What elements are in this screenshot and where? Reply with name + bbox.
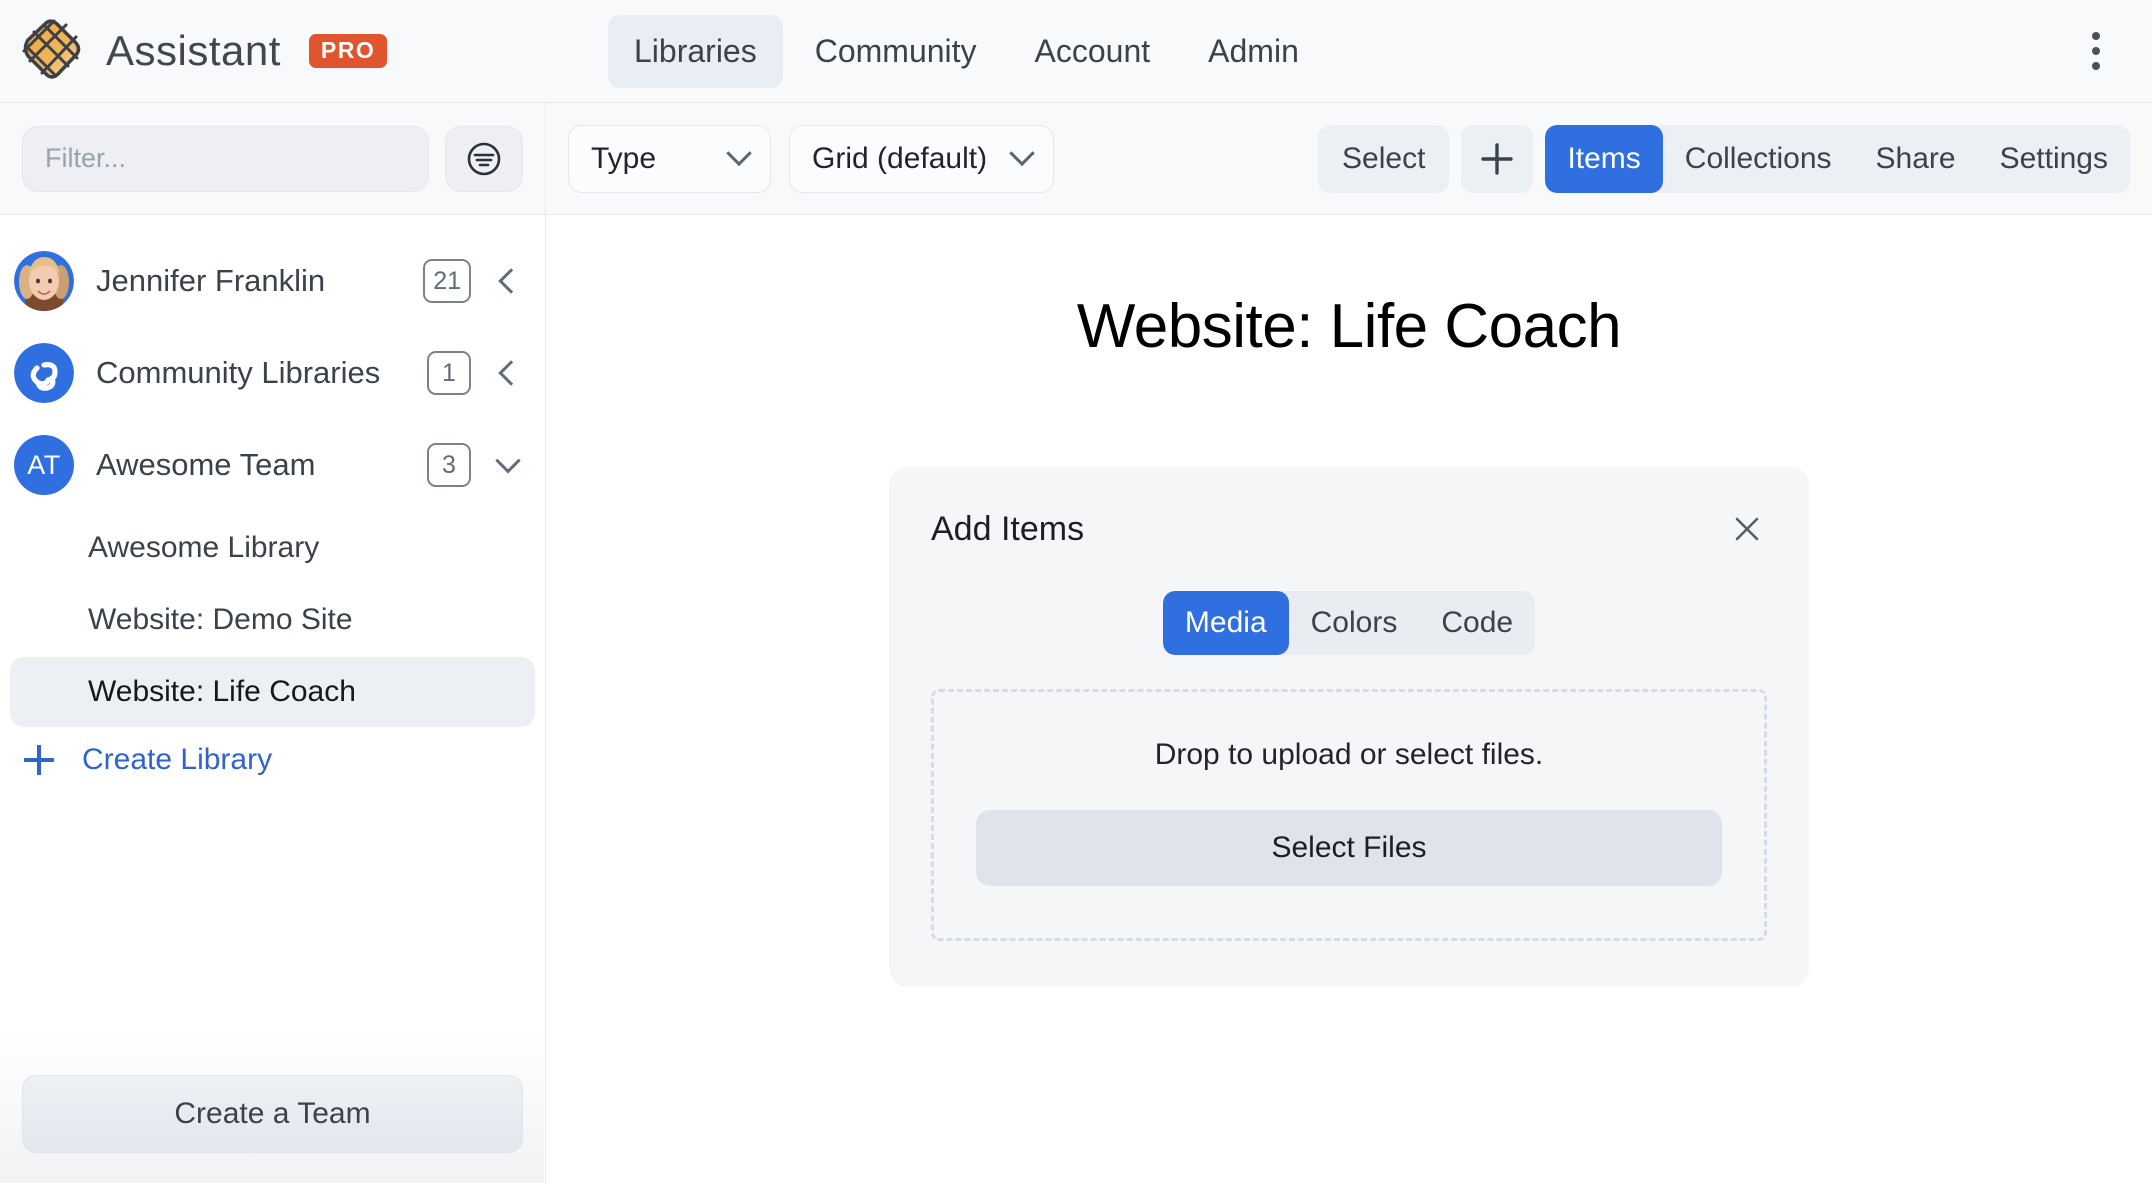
- nav-item-community[interactable]: Community: [789, 15, 1003, 88]
- pro-badge: PRO: [308, 34, 388, 68]
- plus-icon: [24, 745, 54, 775]
- sidebar-team-label: Jennifer Franklin: [96, 263, 326, 298]
- tab-colors[interactable]: Colors: [1289, 591, 1420, 655]
- avatar: [14, 251, 74, 311]
- tab-collections[interactable]: Collections: [1663, 125, 1854, 193]
- close-icon[interactable]: [1727, 509, 1767, 549]
- view-dropdown-label: Grid (default): [812, 141, 988, 175]
- type-dropdown[interactable]: Type: [568, 124, 772, 193]
- sidebar-team-count: 1: [427, 351, 471, 395]
- sidebar-team-label: Community Libraries: [96, 355, 381, 390]
- sidebar-team-count: 21: [423, 259, 471, 303]
- sidebar-library-website-demo-site[interactable]: Website: Demo Site: [10, 585, 535, 655]
- body: Jennifer Franklin 21 Community Libraries…: [0, 215, 2152, 1183]
- create-library-label: Create Library: [82, 743, 273, 776]
- nav-item-account[interactable]: Account: [1009, 15, 1177, 88]
- select-button[interactable]: Select: [1318, 124, 1450, 193]
- app-window: Assistant PRO Libraries Community Accoun…: [0, 0, 2152, 1183]
- create-team-button[interactable]: Create a Team: [22, 1075, 523, 1153]
- toolbar-right: Type Grid (default) Select Items Collect…: [546, 124, 2152, 193]
- chevron-left-icon[interactable]: [493, 268, 524, 294]
- sidebar-library-awesome-library[interactable]: Awesome Library: [10, 513, 535, 583]
- sidebar-team-community-libraries[interactable]: Community Libraries 1: [0, 327, 545, 419]
- assistant-logo-icon: [18, 18, 84, 84]
- panel-title: Add Items: [931, 509, 1085, 548]
- chevron-down-icon: [1009, 140, 1035, 166]
- sidebar-footer: Create a Team: [0, 1075, 545, 1183]
- kebab-menu-icon[interactable]: [2086, 26, 2106, 76]
- add-item-button[interactable]: [1461, 124, 1534, 193]
- kebab-dot: [2092, 32, 2100, 40]
- panel-header: Add Items: [931, 509, 1767, 549]
- filter-options-icon[interactable]: [445, 125, 523, 192]
- chevron-left-icon[interactable]: [493, 360, 524, 386]
- main-nav: Libraries Community Account Admin: [608, 14, 1325, 88]
- tab-items[interactable]: Items: [1545, 124, 1663, 193]
- chevron-down-icon: [726, 140, 752, 166]
- sidebar-team-jennifer-franklin[interactable]: Jennifer Franklin 21: [0, 235, 545, 327]
- toolbar: Type Grid (default) Select Items Collect…: [0, 103, 2152, 215]
- add-items-tabs: Media Colors Code: [1162, 591, 1536, 655]
- kebab-dot: [2092, 47, 2100, 55]
- file-dropzone[interactable]: Drop to upload or select files. Select F…: [931, 689, 1767, 941]
- page-title: Website: Life Coach: [1076, 292, 1622, 361]
- sidebar: Jennifer Franklin 21 Community Libraries…: [0, 215, 546, 1183]
- toolbar-left: [0, 103, 546, 214]
- tab-code[interactable]: Code: [1419, 591, 1535, 655]
- tab-settings[interactable]: Settings: [1978, 125, 2130, 193]
- avatar-initials: AT: [14, 435, 74, 495]
- top-bar: Assistant PRO Libraries Community Accoun…: [0, 0, 2152, 103]
- create-library-button[interactable]: Create Library: [0, 729, 545, 791]
- type-dropdown-label: Type: [591, 141, 657, 175]
- nav-item-libraries[interactable]: Libraries: [608, 14, 783, 88]
- tab-share[interactable]: Share: [1854, 125, 1978, 193]
- nav-item-admin[interactable]: Admin: [1182, 15, 1325, 88]
- view-tabs: Items Collections Share Settings: [1545, 124, 2130, 193]
- sidebar-team-count: 3: [427, 443, 471, 487]
- view-dropdown[interactable]: Grid (default): [789, 124, 1055, 193]
- community-swirl-icon: [14, 343, 74, 403]
- filter-input[interactable]: [22, 125, 429, 192]
- brand[interactable]: Assistant PRO: [0, 18, 546, 84]
- sidebar-library-website-life-coach[interactable]: Website: Life Coach: [10, 657, 535, 727]
- kebab-dot: [2092, 62, 2100, 70]
- chevron-down-icon[interactable]: [493, 448, 523, 474]
- tab-media[interactable]: Media: [1162, 591, 1289, 655]
- brand-name: Assistant: [106, 27, 281, 74]
- dropzone-text: Drop to upload or select files.: [1154, 738, 1544, 771]
- sidebar-team-label: Awesome Team: [96, 447, 316, 482]
- add-items-panel: Add Items Media Colors Code Drop to uplo…: [889, 467, 1809, 987]
- sidebar-list: Jennifer Franklin 21 Community Libraries…: [0, 215, 545, 1075]
- main-content: Website: Life Coach Add Items Media Colo…: [546, 215, 2152, 1183]
- select-files-button[interactable]: Select Files: [976, 810, 1722, 886]
- sidebar-team-awesome-team[interactable]: AT Awesome Team 3: [0, 419, 545, 511]
